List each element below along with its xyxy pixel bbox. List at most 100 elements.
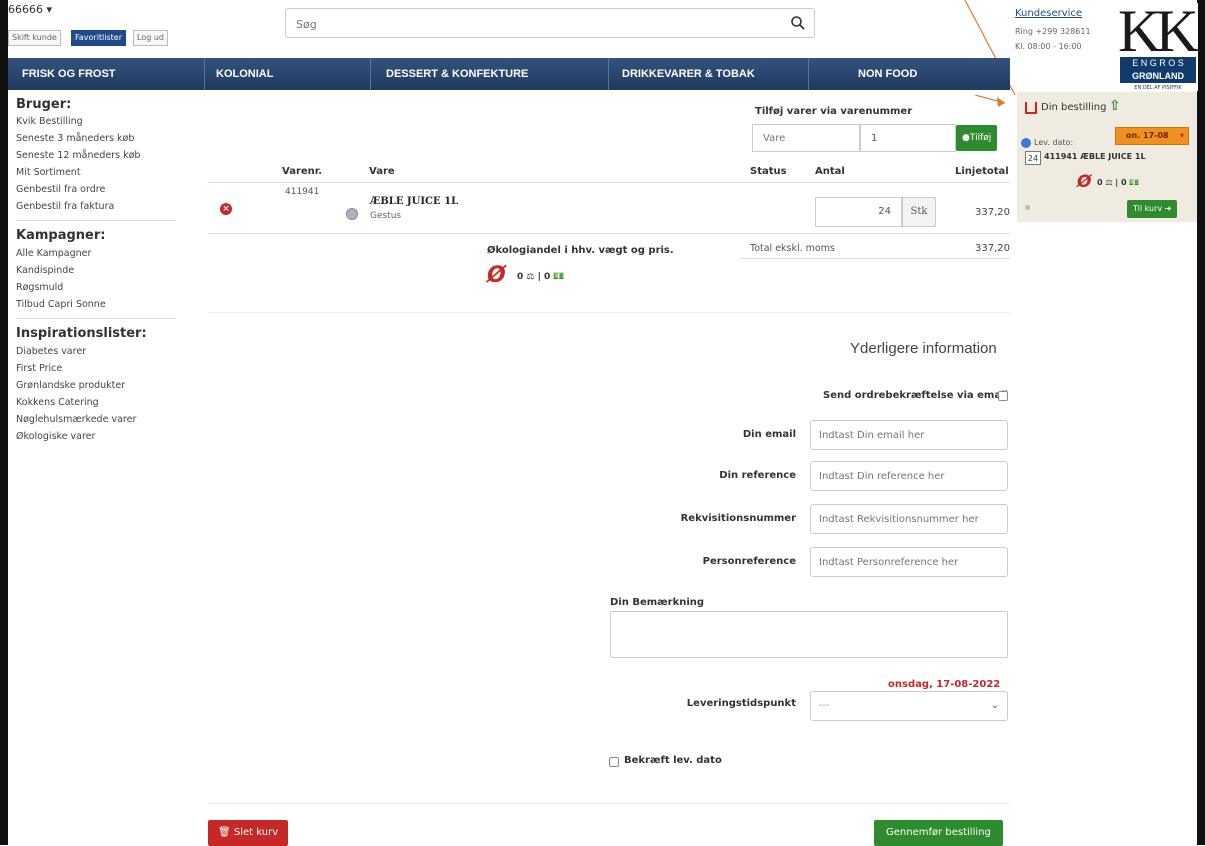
order-panel-title: Din bestilling <box>1041 102 1107 113</box>
email-label: Din email <box>742 429 796 440</box>
brand-globe-icon <box>346 208 358 220</box>
sidebar-item-okologiske[interactable]: Økologiske varer <box>16 431 95 442</box>
sidebar-item-seneste-12[interactable]: Seneste 12 måneders køb <box>16 150 140 161</box>
remark-textarea[interactable] <box>610 611 1008 658</box>
search-input[interactable] <box>294 14 778 34</box>
sidebar-title-bruger: Bruger: <box>16 97 72 112</box>
delivery-time-label: Leveringstidspunkt <box>686 698 796 709</box>
rekvisition-field[interactable] <box>810 504 1008 534</box>
col-status: Status <box>750 166 787 177</box>
item-number-input[interactable] <box>752 124 860 152</box>
send-email-label: Send ordrebekræftelse via email <box>823 390 1008 401</box>
total-value: 337,20 <box>975 243 1010 254</box>
sidebar-item-kokkens-catering[interactable]: Kokkens Catering <box>16 397 99 408</box>
dropdown-arrow-icon: ▾ <box>1179 131 1184 140</box>
plus-circle-icon: ● <box>962 133 970 143</box>
kk-engros-logo[interactable]: KK E N G R O S GRØNLAND EN DEL AF PISIFF… <box>1110 0 1199 91</box>
total-label: Total ekskl. moms <box>750 243 835 254</box>
opening-hours: Kl. 08:00 - 16:00 <box>1015 42 1082 51</box>
sidebar-title-kampagner: Kampagner: <box>16 228 106 243</box>
row-brand: Gestus <box>370 211 402 221</box>
to-cart-button[interactable]: Til kurv ➜ <box>1127 200 1178 218</box>
sidebar-item-rogsmuld[interactable]: Røgsmuld <box>16 282 63 293</box>
sidebar-item-capri-sonne[interactable]: Tilbud Capri Sonne <box>16 299 106 310</box>
reference-label: Din reference <box>719 470 796 481</box>
nav-dessert-konfekture[interactable]: DESSERT & KONFEKTURE <box>386 58 528 90</box>
logo-bar: E N G R O S GRØNLAND <box>1120 57 1196 83</box>
eco-label: Økologiandel i hhv. vægt og pris. <box>487 245 674 256</box>
sidebar-item-alle-kampagner[interactable]: Alle Kampagner <box>16 248 91 259</box>
sidebar-item-kvik-bestilling[interactable]: Kvik Bestilling <box>16 116 83 127</box>
row-linjetotal: 337,20 <box>975 207 1010 218</box>
send-email-checkbox[interactable] <box>998 391 1008 401</box>
sidebar-item-genbestil-faktura[interactable]: Genbestil fra faktura <box>16 201 114 212</box>
customer-service-link[interactable]: Kundeservice <box>1015 8 1082 19</box>
confirm-date-checkbox[interactable] <box>609 757 619 767</box>
col-vare: Vare <box>369 166 395 177</box>
remove-item-icon[interactable]: × <box>220 203 232 215</box>
form-title: Yderligere information <box>850 340 997 357</box>
panel-dot-icon <box>1025 205 1030 210</box>
email-field[interactable] <box>810 420 1008 450</box>
remark-label: Din Bemærkning <box>610 597 705 608</box>
delivery-date: onsdag, 17-08-2022 <box>888 679 1001 690</box>
sidebar-item-first-price[interactable]: First Price <box>16 363 62 374</box>
window-frame-left <box>0 0 8 845</box>
confirm-date-label: Bekræft lev. dato <box>624 755 722 766</box>
lev-dato-label: Lev. dato: <box>1034 138 1074 147</box>
item-qty-input[interactable] <box>860 124 956 152</box>
nav-frisk-og-frost[interactable]: FRISK OG FROST <box>22 58 116 90</box>
add-item-title: Tilføj varer via varenummer <box>755 106 913 117</box>
row-qty-input[interactable]: 24 <box>815 197 902 227</box>
lev-dato-radio[interactable] <box>1021 138 1031 148</box>
order-panel: Din bestilling ⇧ Lev. dato: on. 17-08 ▾ … <box>1017 92 1197 222</box>
col-linjetotal: Linjetotal <box>955 166 1009 177</box>
search-box <box>285 8 815 38</box>
chevron-down-icon: ⌄ <box>990 700 999 711</box>
row-varenr: 411941 <box>285 187 320 197</box>
person-reference-field[interactable] <box>810 547 1008 577</box>
phone-number: Ring +299 328611 <box>1015 27 1091 36</box>
nav-drikkevarer-tobak[interactable]: DRIKKEVARER & TOBAK <box>622 58 755 90</box>
account-selector[interactable]: 66666 ▾ <box>8 3 52 16</box>
trash-icon: 🗑 <box>218 827 231 838</box>
sidebar-item-genbestil-ordre[interactable]: Genbestil fra ordre <box>16 184 105 195</box>
logo-sub: EN DEL AF PISIFFIK <box>1134 85 1182 91</box>
sidebar-title-inspiration: Inspirationslister: <box>16 326 147 341</box>
logout-button[interactable]: Log ud <box>133 30 168 46</box>
favorite-lists-button[interactable]: Favoritlister <box>71 30 127 46</box>
add-item-button[interactable]: ●Tilføj <box>956 125 998 151</box>
sidebar-item-noglehul[interactable]: Nøglehulsmærkede varer <box>16 414 136 425</box>
search-icon[interactable] <box>790 15 806 31</box>
row-product-name[interactable]: ÆBLE JUICE 1L <box>370 196 458 207</box>
eco-zero-icon: Ø <box>487 263 506 288</box>
upload-icon[interactable]: ⇧ <box>1109 98 1121 114</box>
eco-values: 0 ⚖ | 0 💵 <box>517 272 565 282</box>
download-icon[interactable] <box>1025 102 1037 114</box>
sidebar-item-gronlandske[interactable]: Grønlandske produkter <box>16 380 125 391</box>
sidebar-item-diabetes[interactable]: Diabetes varer <box>16 346 86 357</box>
sidebar-item-kandispinde[interactable]: Kandispinde <box>16 265 74 276</box>
delete-cart-button[interactable]: 🗑 Slet kurv <box>208 820 289 846</box>
person-reference-label: Personreference <box>702 556 796 567</box>
panel-item-text: 411941 ÆBLE JUICE 1L <box>1044 152 1146 161</box>
panel-eco-zero-icon: Ø <box>1077 172 1092 192</box>
complete-order-button[interactable]: Gennemfør bestilling <box>874 820 1003 846</box>
date-dropdown[interactable]: on. 17-08 ▾ <box>1115 127 1189 145</box>
window-frame-right <box>1197 0 1205 845</box>
sidebar-item-mit-sortiment[interactable]: Mit Sortiment <box>16 167 81 178</box>
delivery-time-select[interactable]: --- ⌄ <box>810 691 1008 721</box>
arrow-tail-icon <box>975 95 1006 107</box>
panel-eco-values: 0 ⚖ | 0 💵 <box>1097 178 1140 187</box>
col-antal: Antal <box>815 166 845 177</box>
reference-field[interactable] <box>810 461 1008 491</box>
panel-item-qty[interactable]: 24 <box>1025 151 1041 165</box>
sidebar-item-seneste-3[interactable]: Seneste 3 måneders køb <box>16 133 134 144</box>
nav-non-food[interactable]: NON FOOD <box>858 58 917 90</box>
cart-arrow-icon: ➜ <box>1164 204 1172 213</box>
nav-kolonial[interactable]: KOLONIAL <box>216 58 273 90</box>
logo-line1: E N G R O S <box>1132 58 1184 68</box>
category-nav: FRISK OG FROST KOLONIAL DESSERT & KONFEK… <box>8 58 1010 90</box>
switch-customer-button[interactable]: Skift kunde <box>8 30 61 46</box>
logo-line2: GRØNLAND <box>1132 71 1184 81</box>
